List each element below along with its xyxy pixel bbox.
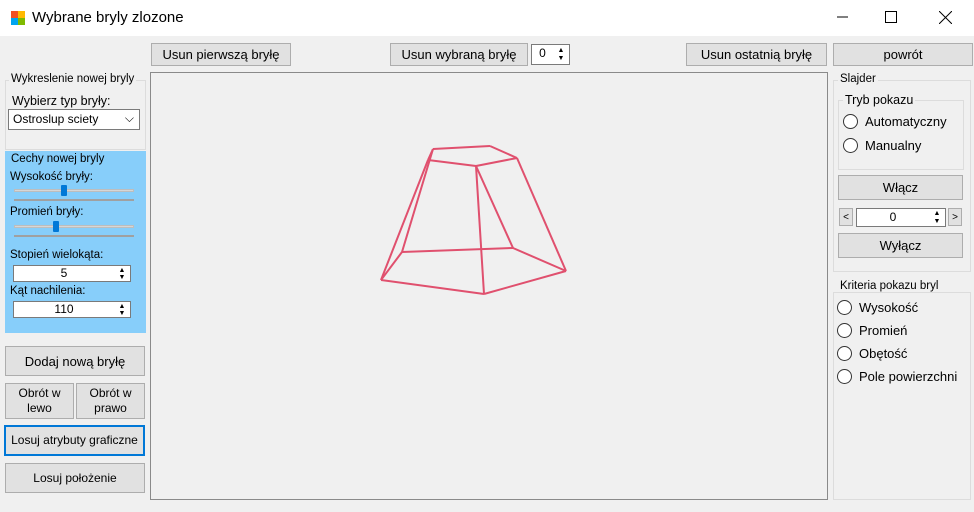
frustum-bottom-edge [380,251,403,281]
radio-circle-icon [837,300,852,315]
title-bar: Wybrane bryly zlozone [0,0,974,36]
criteria-group-title: Kriteria pokazu bryl [838,280,941,292]
app-icon [11,11,25,25]
radius-slider-thumb[interactable] [53,221,59,232]
back-button[interactable]: powrót [833,43,973,66]
frustum-side-edge [475,165,514,249]
slider-prev-button[interactable]: < [839,208,853,226]
height-slider[interactable] [14,189,134,192]
slider-on-button[interactable]: Włącz [838,175,963,200]
minimize-icon [837,16,848,18]
maximize-icon [885,11,897,23]
main-window: Wybrane bryly zlozone Usun pierwszą brył… [0,0,974,512]
solid-type-select[interactable]: Ostroslup sciety ⌵ [8,109,140,130]
random-attributes-button[interactable]: Losuj atrybuty graficzne [4,425,145,456]
frustum-top-edge [432,145,491,150]
mode-auto-label: Automatyczny [865,114,947,129]
criteria-option-label: Promień [859,323,908,338]
mode-manual-radio[interactable]: Manualny [843,138,921,153]
criteria-option-height[interactable]: Wysokość [837,300,918,315]
slider-next-button[interactable]: > [948,208,962,226]
close-button[interactable] [922,0,968,34]
radius-slider-ticks [14,235,134,237]
slider-index-value: 0 [889,210,897,224]
frustum-side-edge [401,148,434,253]
frustum-top-edge [475,157,518,167]
spin-down-icon[interactable]: ▼ [115,274,129,281]
angle-stepper[interactable]: 110 ▲ ▼ [13,301,131,318]
radio-circle-icon [837,323,852,338]
angle-value: 110 [54,302,74,316]
frustum-drawing [380,145,567,295]
random-position-button[interactable]: Losuj położenie [5,463,145,493]
radio-circle-icon [843,138,858,153]
close-icon [938,10,952,24]
mode-auto-radio[interactable]: Automatyczny [843,114,947,129]
remove-first-button[interactable]: Usun pierwszą bryłę [151,43,291,66]
frustum-top-edge [427,159,477,167]
spin-up-icon[interactable]: ▲ [554,46,568,55]
radius-label: Promień bryły: [10,206,84,218]
chevron-down-icon: ⌵ [124,111,134,125]
height-slider-thumb[interactable] [61,185,68,196]
frustum-bottom-edge [483,270,567,295]
mode-manual-label: Manualny [865,138,922,153]
new-solid-features-panel: Cechy nowej bryly Wysokość bryły: Promie… [5,151,146,333]
remove-selected-button[interactable]: Usun wybraną bryłę [390,43,528,66]
features-title: Cechy nowej bryly [11,153,105,165]
height-label: Wysokość bryły: [10,171,93,183]
window-title: Wybrane bryly zlozone [32,9,184,26]
frustum-side-edge [475,165,485,295]
degree-value: 5 [60,266,68,280]
angle-label: Kąt nachilenia: [10,285,86,297]
selected-index-stepper[interactable]: 0 ▲ ▼ [531,44,570,65]
minimize-button[interactable] [820,0,866,34]
criteria-option-radius[interactable]: Promień [837,323,907,338]
radius-slider[interactable] [14,225,134,228]
frustum-top-edge [489,145,518,159]
criteria-option-label: Obętość [859,346,908,361]
radio-circle-icon [837,346,852,361]
degree-stepper[interactable]: 5 ▲ ▼ [13,265,131,282]
spin-up-icon[interactable]: ▲ [115,303,129,310]
criteria-option-surface[interactable]: Pole powierzchni [837,369,957,384]
drawing-canvas[interactable] [150,72,828,500]
selected-index-value: 0 [539,46,546,60]
slider-index-stepper[interactable]: 0 ▲ ▼ [856,208,946,227]
remove-last-button[interactable]: Usun ostatnią bryłę [686,43,827,66]
mode-group-title: Tryb pokazu [843,93,916,107]
spin-down-icon[interactable]: ▼ [554,55,568,64]
maximize-button[interactable] [868,0,914,34]
rotate-right-button[interactable]: Obrót w prawo [76,383,145,419]
spin-down-icon[interactable]: ▼ [115,310,129,317]
frustum-bottom-edge [380,279,485,295]
radio-circle-icon [843,114,858,129]
criteria-option-label: Pole powierzchni [859,369,958,384]
spin-up-icon[interactable]: ▲ [115,267,129,274]
new-solid-group-title: Wykreslenie nowej bryly [9,73,137,85]
rotate-left-button[interactable]: Obrót w lewo [5,383,74,419]
mode-group [838,100,964,170]
spin-down-icon[interactable]: ▼ [930,218,944,226]
solid-type-label: Wybierz typ bryły: [12,94,111,108]
solid-type-value: Ostroslup sciety [13,112,99,126]
frustum-side-edge [380,159,429,281]
degree-label: Stopień wielokąta: [10,249,104,261]
slider-group-title: Slajder [838,73,878,85]
criteria-option-volume[interactable]: Obętość [837,346,907,361]
frustum-side-edge [516,157,567,272]
height-slider-ticks [14,199,134,201]
add-solid-button[interactable]: Dodaj nową bryłę [5,346,145,376]
spin-up-icon[interactable]: ▲ [930,210,944,218]
frustum-bottom-edge [401,247,514,253]
radio-circle-icon [837,369,852,384]
criteria-option-label: Wysokość [859,300,919,315]
slider-off-button[interactable]: Wyłącz [838,233,963,258]
